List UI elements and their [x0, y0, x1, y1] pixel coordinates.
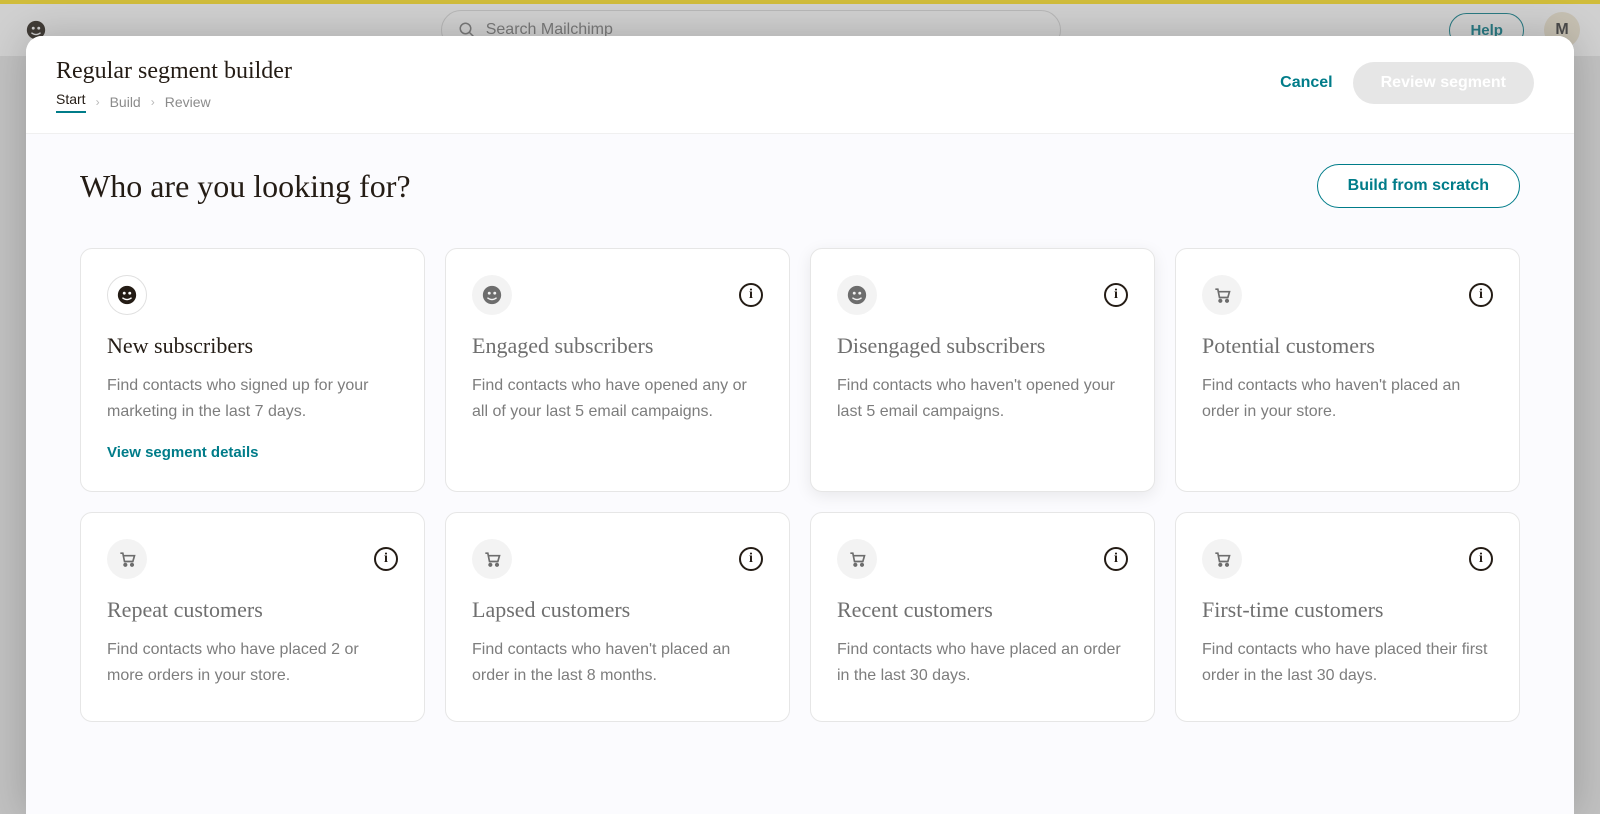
breadcrumb-step-build[interactable]: Build: [110, 94, 141, 110]
review-segment-button[interactable]: Review segment: [1353, 62, 1534, 104]
card-title: Repeat customers: [107, 597, 398, 623]
chevron-right-icon: ›: [96, 95, 100, 109]
card-title: Disengaged subscribers: [837, 333, 1128, 359]
cancel-button[interactable]: Cancel: [1280, 74, 1332, 92]
card-title: First-time customers: [1202, 597, 1493, 623]
cart-icon: [837, 539, 877, 579]
segment-builder-modal: Regular segment builder Start › Build › …: [26, 36, 1574, 814]
card-description: Find contacts who haven't opened your la…: [837, 373, 1128, 424]
freddie-icon: [837, 275, 877, 315]
card-description: Find contacts who signed up for your mar…: [107, 373, 398, 424]
card-description: Find contacts who haven't placed an orde…: [472, 637, 763, 688]
breadcrumb-step-review[interactable]: Review: [165, 94, 211, 110]
info-icon[interactable]: i: [1469, 547, 1493, 571]
card-engaged-subscribers[interactable]: i Engaged subscribers Find contacts who …: [445, 248, 790, 492]
breadcrumb: Start › Build › Review: [56, 91, 292, 113]
card-title: Engaged subscribers: [472, 333, 763, 359]
page-heading: Who are you looking for?: [80, 168, 411, 205]
modal-body: Who are you looking for? Build from scra…: [26, 134, 1574, 814]
card-disengaged-subscribers[interactable]: i Disengaged subscribers Find contacts w…: [810, 248, 1155, 492]
card-first-time-customers[interactable]: i First-time customers Find contacts who…: [1175, 512, 1520, 722]
card-lapsed-customers[interactable]: i Lapsed customers Find contacts who hav…: [445, 512, 790, 722]
card-repeat-customers[interactable]: i Repeat customers Find contacts who hav…: [80, 512, 425, 722]
info-icon[interactable]: i: [1104, 283, 1128, 307]
info-icon[interactable]: i: [739, 283, 763, 307]
chevron-right-icon: ›: [151, 95, 155, 109]
view-segment-details-link[interactable]: View segment details: [107, 444, 398, 461]
card-title: New subscribers: [107, 333, 398, 359]
breadcrumb-step-start[interactable]: Start: [56, 91, 86, 113]
cart-icon: [472, 539, 512, 579]
card-description: Find contacts who have placed an order i…: [837, 637, 1128, 688]
info-icon[interactable]: i: [374, 547, 398, 571]
cart-icon: [107, 539, 147, 579]
card-description: Find contacts who haven't placed an orde…: [1202, 373, 1493, 424]
card-title: Potential customers: [1202, 333, 1493, 359]
info-icon[interactable]: i: [1469, 283, 1493, 307]
card-description: Find contacts who have placed their firs…: [1202, 637, 1493, 688]
cart-icon: [1202, 539, 1242, 579]
card-description: Find contacts who have opened any or all…: [472, 373, 763, 424]
build-from-scratch-button[interactable]: Build from scratch: [1317, 164, 1520, 208]
card-potential-customers[interactable]: i Potential customers Find contacts who …: [1175, 248, 1520, 492]
info-icon[interactable]: i: [1104, 547, 1128, 571]
modal-title: Regular segment builder: [56, 58, 292, 85]
segment-card-grid: New subscribers Find contacts who signed…: [80, 248, 1520, 722]
cart-icon: [1202, 275, 1242, 315]
card-title: Recent customers: [837, 597, 1128, 623]
card-recent-customers[interactable]: i Recent customers Find contacts who hav…: [810, 512, 1155, 722]
freddie-icon: [472, 275, 512, 315]
info-icon[interactable]: i: [739, 547, 763, 571]
card-title: Lapsed customers: [472, 597, 763, 623]
card-new-subscribers[interactable]: New subscribers Find contacts who signed…: [80, 248, 425, 492]
modal-header: Regular segment builder Start › Build › …: [26, 36, 1574, 134]
card-description: Find contacts who have placed 2 or more …: [107, 637, 398, 688]
freddie-icon: [107, 275, 147, 315]
